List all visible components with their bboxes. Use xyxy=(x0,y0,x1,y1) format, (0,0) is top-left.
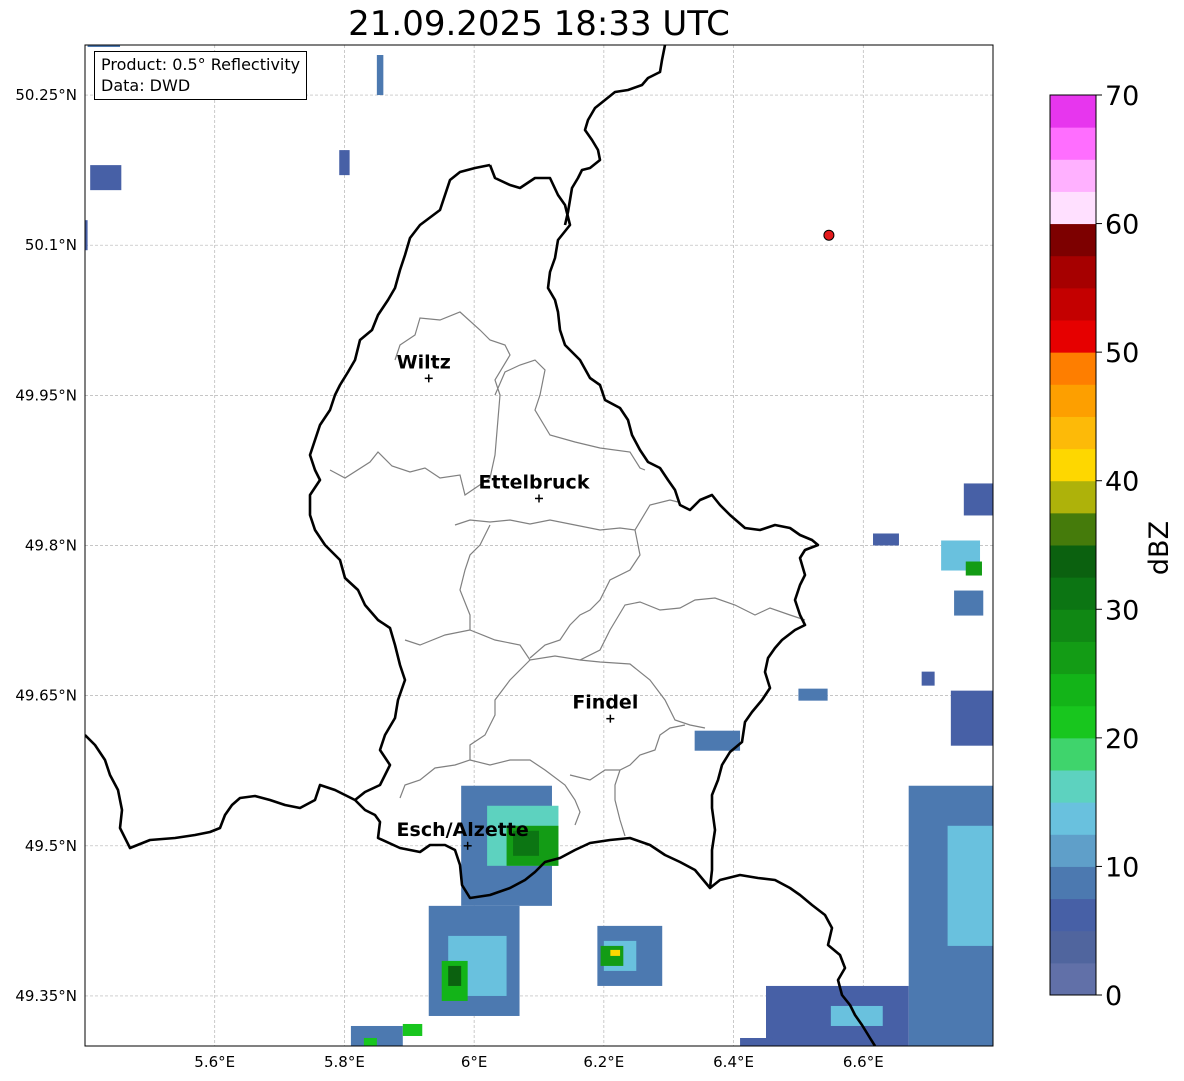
colorbar-segment xyxy=(1050,737,1096,771)
colorbar-segment xyxy=(1050,930,1096,964)
colorbar-segment xyxy=(1050,191,1096,225)
colorbar-ticks: 0 10 20 30 40 50 60 70 xyxy=(1096,81,1139,1012)
colorbar-segment xyxy=(1050,962,1096,996)
colorbar-segment xyxy=(1050,255,1096,289)
colorbar-tick-label: 10 xyxy=(1105,852,1139,883)
colorbar-segment xyxy=(1050,320,1096,353)
colorbar-segment xyxy=(1050,352,1096,385)
colorbar-segment xyxy=(1050,480,1096,514)
colorbar-segment xyxy=(1050,159,1096,192)
colorbar-tick-label: 50 xyxy=(1105,338,1139,369)
colorbar-segment xyxy=(1050,287,1096,321)
colorbar-segment xyxy=(1050,770,1096,803)
colorbar-tick-label: 40 xyxy=(1105,467,1139,498)
colorbar-segment xyxy=(1050,866,1096,900)
colorbar-segment xyxy=(1050,512,1096,546)
colorbar-segment xyxy=(1050,898,1096,932)
colorbar-tick-label: 20 xyxy=(1105,724,1139,755)
colorbar-segment xyxy=(1050,641,1096,675)
colorbar-segment xyxy=(1050,802,1096,835)
colorbar-segment xyxy=(1050,95,1096,128)
colorbar-label: dBZ xyxy=(1144,521,1175,575)
colorbar-tick-label: 60 xyxy=(1105,210,1139,241)
colorbar-segment xyxy=(1050,545,1096,578)
colorbar: 0 10 20 30 40 50 60 70 dBZ xyxy=(1049,81,1175,1012)
colorbar-segment xyxy=(1050,384,1096,417)
colorbar-segment xyxy=(1050,834,1096,867)
colorbar-segment xyxy=(1050,609,1096,642)
colorbar-segments xyxy=(1050,95,1096,996)
colorbar-segment xyxy=(1050,127,1096,160)
colorbar-tick-label: 70 xyxy=(1105,81,1139,112)
colorbar-tick-label: 0 xyxy=(1105,981,1122,1012)
colorbar-segment xyxy=(1050,416,1096,450)
colorbar-segment xyxy=(1050,448,1096,482)
colorbar-tick-label: 30 xyxy=(1105,595,1139,626)
colorbar-segment xyxy=(1050,577,1096,610)
colorbar-segment xyxy=(1050,705,1096,739)
colorbar-segment xyxy=(1050,223,1096,257)
colorbar-segment xyxy=(1050,673,1096,707)
